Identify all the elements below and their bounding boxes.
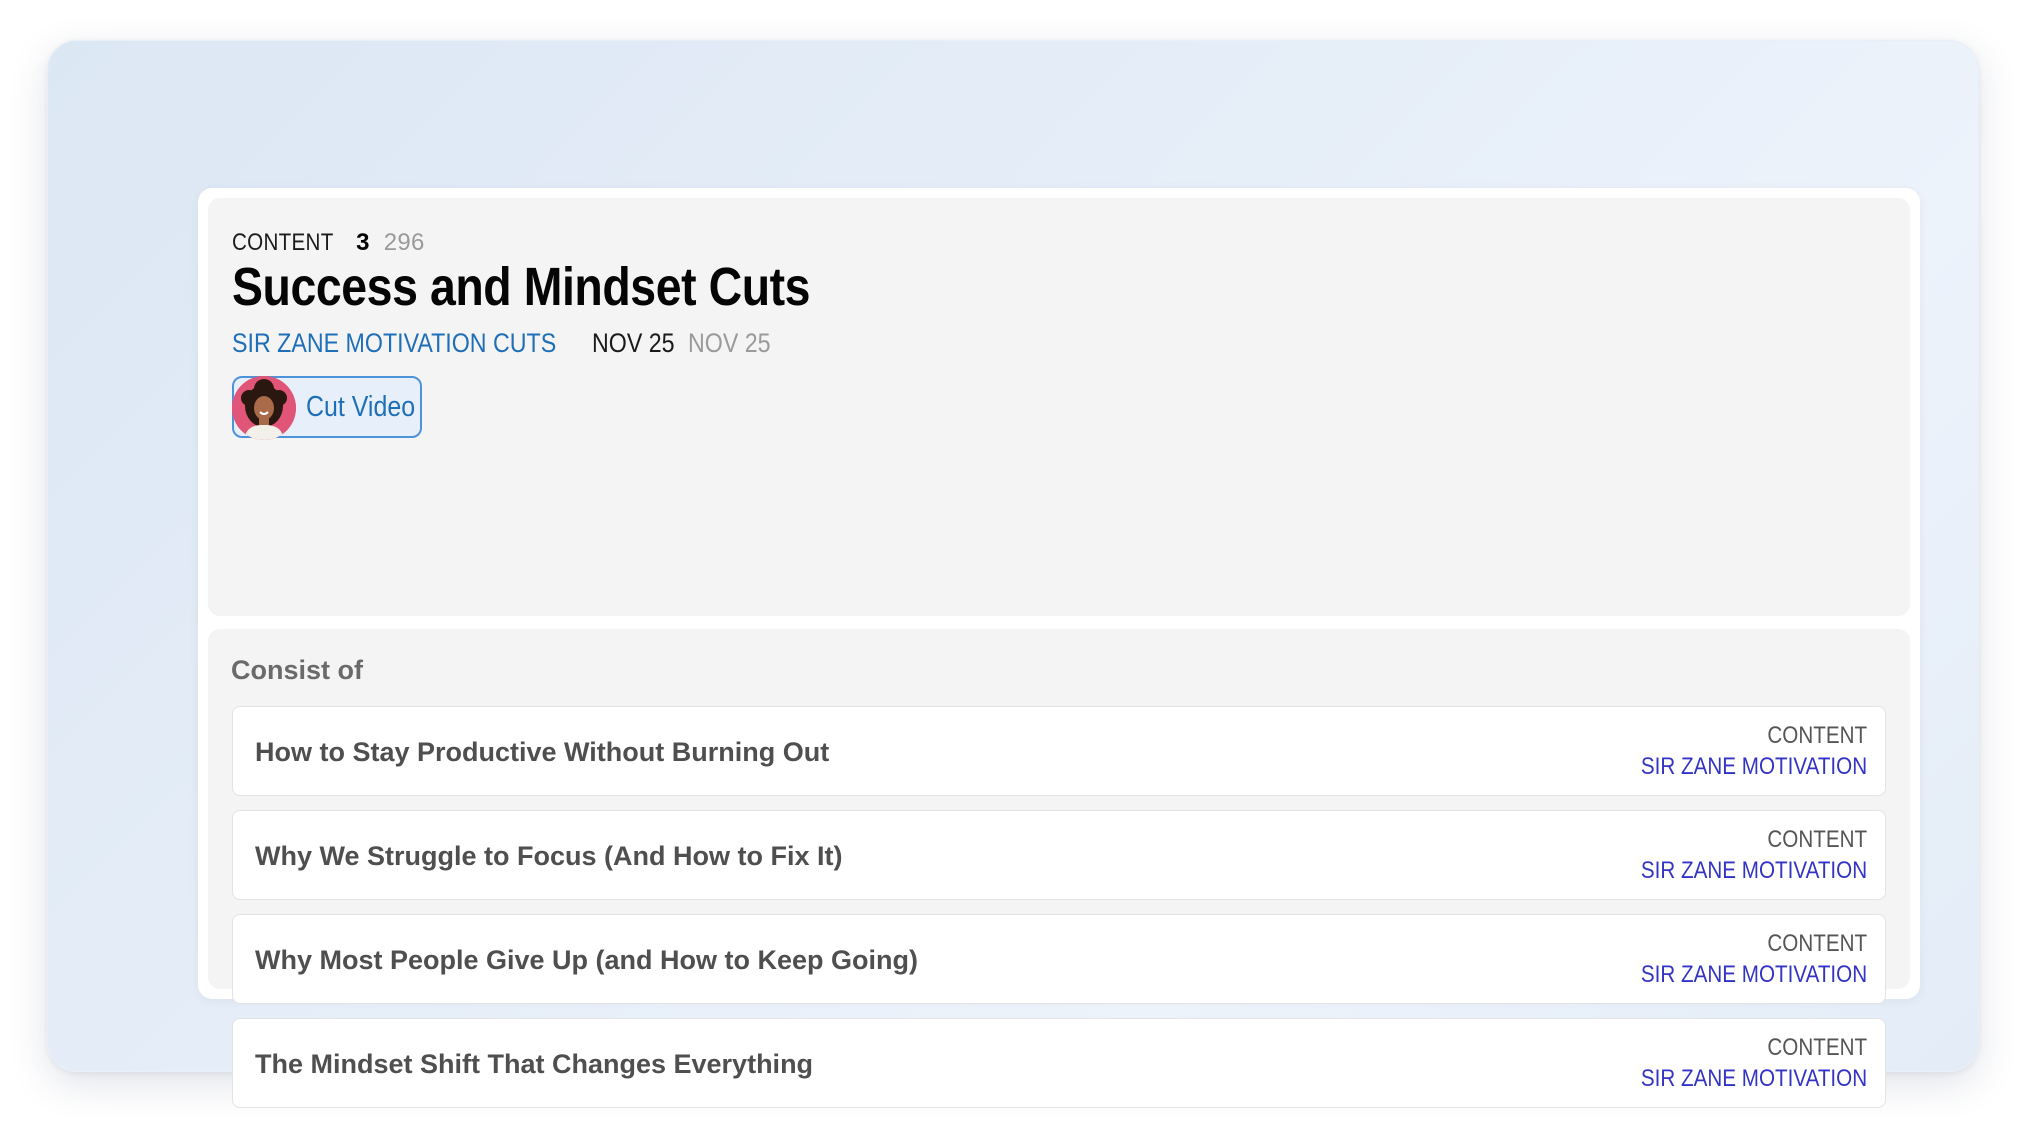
list-item-kind: CONTENT	[1767, 930, 1867, 957]
content-list: How to Stay Productive Without Burning O…	[232, 706, 1886, 1122]
list-item[interactable]: Why We Struggle to Focus (And How to Fix…	[232, 810, 1886, 900]
content-card: CONTENT 3 296 Success and Mindset Cuts S…	[198, 188, 1920, 1108]
list-item[interactable]: The Mindset Shift That Changes Everythin…	[232, 1018, 1886, 1108]
app-frame: CONTENT 3 296 Success and Mindset Cuts S…	[47, 40, 1979, 1108]
list-item-kind: CONTENT	[1767, 722, 1867, 749]
total-count: 296	[383, 229, 425, 256]
list-item-channel[interactable]: SIR ZANE MOTIVATION	[1641, 959, 1867, 991]
content-header: CONTENT 3 296 Success and Mindset Cuts S…	[208, 198, 1910, 616]
list-item-title: Why We Struggle to Focus (And How to Fix…	[255, 841, 843, 871]
cut-video-label: Cut Video	[306, 391, 416, 423]
list-item-channel[interactable]: SIR ZANE MOTIVATION	[1641, 751, 1867, 783]
list-item-channel[interactable]: SIR ZANE MOTIVATION	[1641, 855, 1867, 887]
list-item-meta: CONTENT SIR ZANE MOTIVATION	[1604, 929, 1867, 991]
list-item-kind: CONTENT	[1767, 1034, 1867, 1061]
list-item-meta: CONTENT SIR ZANE MOTIVATION	[1604, 825, 1867, 887]
list-item-meta: CONTENT SIR ZANE MOTIVATION	[1604, 1033, 1867, 1095]
content-kind-label: CONTENT	[232, 229, 334, 256]
item-count: 3	[356, 229, 370, 256]
list-item-title: The Mindset Shift That Changes Everythin…	[255, 1049, 814, 1079]
list-item-title: How to Stay Productive Without Burning O…	[255, 737, 830, 767]
date-secondary: NOV 25	[688, 327, 771, 358]
list-item-meta: CONTENT SIR ZANE MOTIVATION	[1604, 721, 1867, 783]
content-subline: SIR ZANE MOTIVATION CUTS NOV 25 NOV 25	[232, 326, 784, 360]
page-title: Success and Mindset Cuts	[232, 257, 811, 317]
list-item-channel[interactable]: SIR ZANE MOTIVATION	[1641, 1063, 1867, 1095]
list-item-title: Why Most People Give Up (and How to Keep…	[255, 945, 919, 975]
list-item[interactable]: How to Stay Productive Without Burning O…	[232, 706, 1886, 796]
channel-link[interactable]: SIR ZANE MOTIVATION CUTS	[232, 328, 556, 359]
cut-video-button[interactable]: Cut Video	[232, 376, 422, 440]
list-item[interactable]: Why Most People Give Up (and How to Keep…	[232, 914, 1886, 1004]
date-primary: NOV 25	[592, 327, 675, 358]
consist-of-panel: Consist of How to Stay Productive Withou…	[208, 629, 1910, 1108]
list-item-kind: CONTENT	[1767, 826, 1867, 853]
content-meta: CONTENT 3 296	[232, 228, 425, 258]
avatar-woman-portrait-icon	[232, 376, 296, 440]
consist-of-heading: Consist of	[231, 655, 363, 685]
